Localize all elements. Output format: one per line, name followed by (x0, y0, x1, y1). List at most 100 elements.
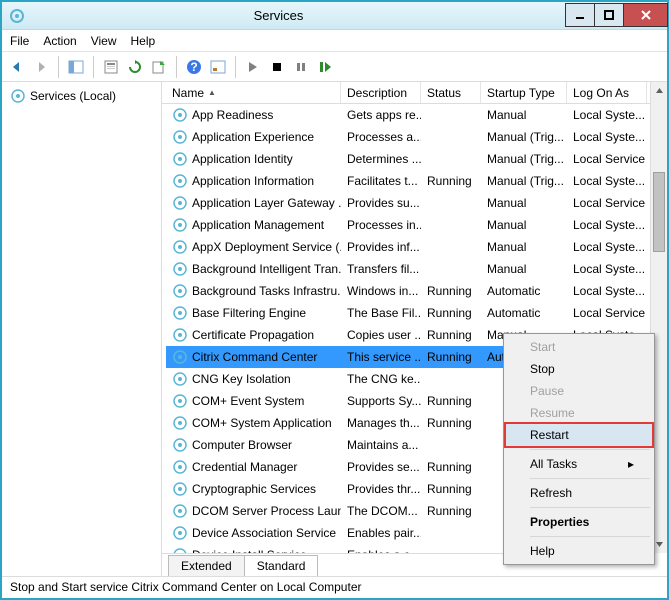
cell-status: Running (421, 457, 481, 477)
service-row[interactable]: Application Layer Gateway ...Provides su… (166, 192, 667, 214)
submenu-arrow-icon: ▸ (628, 457, 634, 471)
sort-asc-icon: ▲ (208, 88, 216, 97)
cell-name: Application Experience (166, 126, 341, 148)
cell-desc: Copies user ... (341, 325, 421, 345)
ctx-pause: Pause (506, 380, 652, 402)
menu-view[interactable]: View (91, 34, 117, 48)
service-row[interactable]: Background Tasks Infrastru...Windows in.… (166, 280, 667, 302)
cell-logon: Local Syste... (567, 281, 647, 301)
service-row[interactable]: Application ExperienceProcesses a...Manu… (166, 126, 667, 148)
export-button[interactable] (148, 56, 170, 78)
menubar: File Action View Help (2, 30, 667, 52)
help-button[interactable]: ? (183, 56, 205, 78)
cell-status (421, 112, 481, 118)
properties-button[interactable] (100, 56, 122, 78)
cell-status: Running (421, 171, 481, 191)
cell-desc: Enables pair... (341, 523, 421, 543)
cell-desc: The Base Fil... (341, 303, 421, 323)
cell-desc: Enables a c... (341, 545, 421, 553)
cell-name: COM+ Event System (166, 390, 341, 412)
ctx-stop[interactable]: Stop (506, 358, 652, 380)
cell-status (421, 244, 481, 250)
cell-startup: Manual (Trig... (481, 127, 567, 147)
cell-startup: Manual (Trig... (481, 171, 567, 191)
cell-desc: Gets apps re... (341, 105, 421, 125)
stop-service-button[interactable] (266, 56, 288, 78)
menu-file[interactable]: File (10, 34, 29, 48)
service-row[interactable]: Application IdentityDetermines ...Manual… (166, 148, 667, 170)
service-row[interactable]: Base Filtering EngineThe Base Fil...Runn… (166, 302, 667, 324)
pause-service-button[interactable] (290, 56, 312, 78)
col-logon-as[interactable]: Log On As (567, 82, 647, 103)
cell-startup: Manual (481, 259, 567, 279)
scroll-up-arrow[interactable] (651, 82, 667, 99)
ctx-properties[interactable]: Properties (506, 511, 652, 533)
restart-service-button[interactable] (314, 56, 336, 78)
cell-status: Running (421, 391, 481, 411)
cell-name: Background Intelligent Tran... (166, 258, 341, 280)
close-button[interactable] (623, 3, 668, 27)
toolbar-separator (93, 56, 94, 78)
cell-status: Running (421, 347, 481, 367)
cell-status (421, 266, 481, 272)
service-row[interactable]: Background Intelligent Tran...Transfers … (166, 258, 667, 280)
menu-action[interactable]: Action (43, 34, 76, 48)
cell-name: Credential Manager (166, 456, 341, 478)
forward-button[interactable] (30, 56, 52, 78)
cell-logon: Local Syste... (567, 105, 647, 125)
ctx-all-tasks[interactable]: All Tasks▸ (506, 453, 652, 475)
menu-help[interactable]: Help (131, 34, 156, 48)
tree-pane: Services (Local) (2, 82, 162, 576)
ctx-help[interactable]: Help (506, 540, 652, 562)
list-pane: Name▲ Description Status Startup Type Lo… (162, 82, 667, 576)
back-button[interactable] (6, 56, 28, 78)
cell-name: Background Tasks Infrastru... (166, 280, 341, 302)
cell-name: Base Filtering Engine (166, 302, 341, 324)
ctx-refresh[interactable]: Refresh (506, 482, 652, 504)
ctx-separator (530, 507, 650, 508)
minimize-button[interactable] (565, 3, 595, 27)
tree-node-services-local[interactable]: Services (Local) (6, 86, 157, 106)
tab-standard[interactable]: Standard (244, 555, 319, 576)
svg-text:?: ? (190, 60, 197, 74)
cell-name: CNG Key Isolation (166, 368, 341, 390)
titlebar[interactable]: Services (2, 2, 667, 30)
ctx-restart[interactable]: Restart (505, 423, 653, 447)
cell-logon: Local Syste... (567, 215, 647, 235)
cell-status (421, 200, 481, 206)
refresh-button[interactable] (124, 56, 146, 78)
column-headers: Name▲ Description Status Startup Type Lo… (162, 82, 667, 104)
cell-desc: Provides su... (341, 193, 421, 213)
scroll-thumb[interactable] (653, 172, 665, 252)
cell-desc: Provides inf... (341, 237, 421, 257)
service-row[interactable]: AppX Deployment Service (...Provides inf… (166, 236, 667, 258)
cell-logon: Local Service (567, 193, 647, 213)
toolbar-separator (58, 56, 59, 78)
toolbar-icon[interactable] (207, 56, 229, 78)
col-name[interactable]: Name▲ (166, 82, 341, 103)
cell-status: Running (421, 281, 481, 301)
col-description[interactable]: Description (341, 82, 421, 103)
cell-startup: Manual (481, 105, 567, 125)
cell-status: Running (421, 479, 481, 499)
col-startup-type[interactable]: Startup Type (481, 82, 567, 103)
services-window: Services File Action View Help ? (0, 0, 669, 600)
cell-name: COM+ System Application (166, 412, 341, 434)
cell-desc: Supports Sy... (341, 391, 421, 411)
maximize-button[interactable] (594, 3, 624, 27)
cell-logon: Local Syste... (567, 259, 647, 279)
service-row[interactable]: Application ManagementProcesses in...Man… (166, 214, 667, 236)
cell-desc: Maintains a... (341, 435, 421, 455)
col-status[interactable]: Status (421, 82, 481, 103)
service-row[interactable]: App ReadinessGets apps re...ManualLocal … (166, 104, 667, 126)
start-service-button[interactable] (242, 56, 264, 78)
cell-startup: Manual (481, 237, 567, 257)
cell-status (421, 530, 481, 536)
cell-status (421, 134, 481, 140)
cell-logon: Local Service (567, 149, 647, 169)
cell-status (421, 376, 481, 382)
show-hide-tree-button[interactable] (65, 56, 87, 78)
cell-startup: Manual (Trig... (481, 149, 567, 169)
service-row[interactable]: Application InformationFacilitates t...R… (166, 170, 667, 192)
tab-extended[interactable]: Extended (168, 555, 245, 576)
